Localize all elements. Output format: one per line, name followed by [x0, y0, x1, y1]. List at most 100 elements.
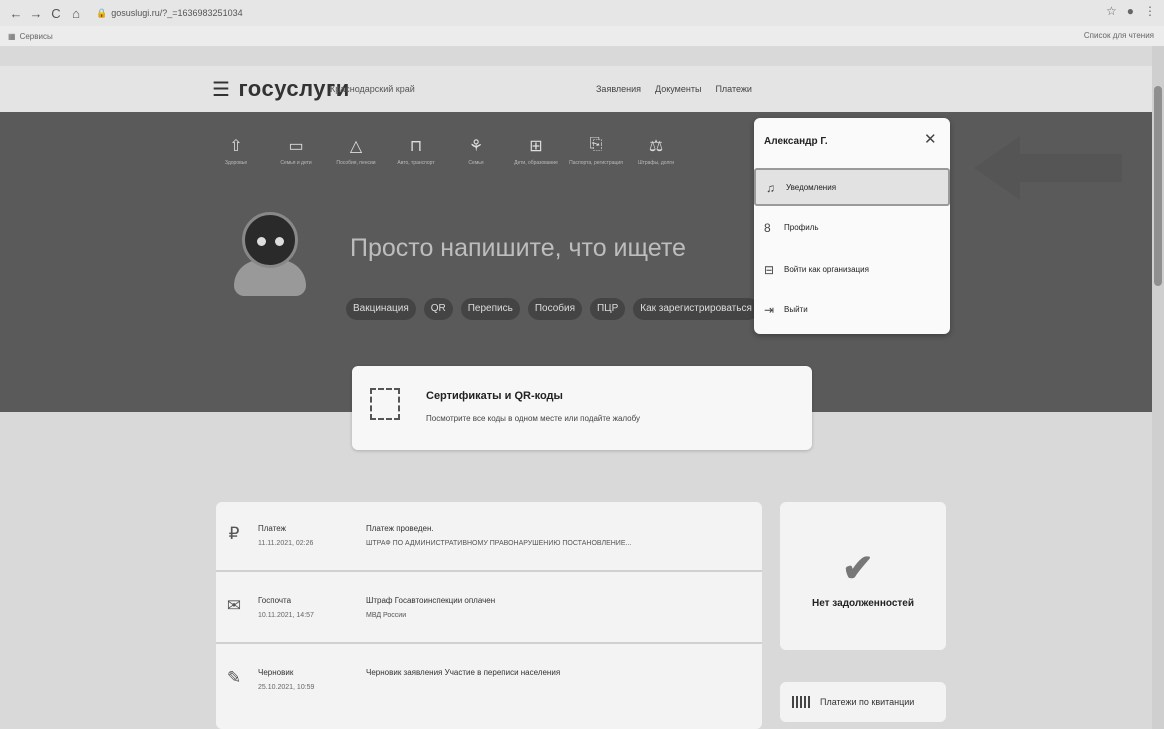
- menu-item-profile[interactable]: 8 Профиль: [754, 210, 950, 248]
- receipt-payments-button[interactable]: Платежи по квитанции: [780, 682, 946, 722]
- lock-icon: 🔒: [96, 7, 108, 18]
- mail-icon: ✉: [226, 596, 242, 615]
- search-input[interactable]: Просто напишите, что ищете: [350, 234, 686, 263]
- category-row: ⇧ Здоровье ▭ Семья и дети △ Пособия, пенсии…: [206, 136, 686, 166]
- browser-actions: ☆ ● ⋮: [1106, 4, 1156, 18]
- quick-chips: Вакцинация QR Перепись Пособия ПЦР Как з…: [346, 298, 759, 320]
- category-label: Здоровье: [224, 160, 248, 166]
- folder-icon: ▭: [288, 138, 304, 155]
- category-fines[interactable]: ⚖ Штрафы, долги: [626, 136, 686, 166]
- category-label: Штрафы, долги: [637, 160, 675, 166]
- feed-item[interactable]: ₽ Платеж 11.11.2021, 02:26 Платеж провед…: [216, 502, 762, 572]
- close-icon[interactable]: ✕: [924, 130, 937, 148]
- checkmark-icon: ✔: [842, 548, 874, 590]
- feed-kind: Платеж: [258, 524, 286, 533]
- chip-vaccination[interactable]: Вакцинация: [346, 298, 416, 320]
- menu-item-label: Выйти: [784, 305, 808, 314]
- book-icon: ⊞: [529, 138, 543, 155]
- category-family-2[interactable]: ⚘ Семья: [446, 136, 506, 166]
- kebab-menu-icon[interactable]: ⋮: [1144, 4, 1156, 18]
- bookmarks-bar: ▦ Сервисы Список для чтения: [0, 26, 1164, 46]
- nav-applications[interactable]: Заявления: [596, 84, 641, 94]
- category-passports[interactable]: ⎘ Паспорта, регистрация: [566, 136, 626, 166]
- site-header: ☰ госуслуги Краснодарский край Заявления …: [0, 66, 1164, 112]
- barcode-icon: [792, 696, 810, 708]
- category-label: Семья и дети: [280, 160, 312, 166]
- feed-date: 11.11.2021, 02:26: [258, 540, 314, 547]
- gift-icon: ⇧: [229, 138, 243, 155]
- debt-status-card[interactable]: ✔ Нет задолженностей: [780, 502, 946, 650]
- category-label: Пособия, пенсии: [336, 160, 376, 166]
- pointer-arrow-icon: [974, 136, 1020, 200]
- robot-eye-right: [275, 237, 284, 246]
- address-text: gosuslugi.ru/?_=1636983251034: [111, 7, 243, 18]
- briefcase-icon: ⊟: [764, 263, 775, 277]
- reload-icon[interactable]: C: [48, 6, 64, 21]
- page-scrollbar[interactable]: [1152, 46, 1164, 729]
- category-health[interactable]: ⇧ Здоровье: [206, 136, 266, 166]
- browser-toolbar: ← → C ⌂ 🔒 gosuslugi.ru/?_=1636983251034 ☆…: [0, 0, 1164, 26]
- category-transport[interactable]: ⊓ Авто, транспорт: [386, 136, 446, 166]
- menu-item-logout[interactable]: ⇥ Выйти: [754, 292, 950, 330]
- chip-census[interactable]: Перепись: [460, 298, 520, 320]
- user-name: Александр Г.: [764, 136, 828, 147]
- document-icon: ⎘: [589, 136, 603, 153]
- category-label: Семья: [468, 160, 484, 166]
- feed-item[interactable]: ✎ Черновик 25.10.2021, 10:59 Черновик за…: [216, 646, 762, 716]
- certificates-card[interactable]: Сертификаты и QR-коды Посмотрите все код…: [352, 366, 812, 450]
- pencil-icon: ✎: [226, 668, 242, 687]
- certificates-subtitle: Посмотрите все коды в одном месте или по…: [426, 414, 641, 423]
- chip-qr[interactable]: QR: [423, 298, 453, 320]
- ruble-icon: ₽: [228, 524, 240, 543]
- back-icon[interactable]: ←: [8, 6, 24, 21]
- chip-pcr[interactable]: ПЦР: [589, 298, 626, 320]
- bell-icon: △: [349, 138, 363, 155]
- feed-date: 25.10.2021, 10:59: [258, 684, 315, 691]
- nav-documents[interactable]: Документы: [655, 84, 701, 94]
- feed-headline: Платеж проведен.: [366, 524, 434, 533]
- category-label: Дети, образование: [514, 160, 558, 166]
- feed-item[interactable]: ✉ Госпочта 10.11.2021, 14:57 Штраф Госав…: [216, 574, 762, 644]
- scales-icon: ⚖: [648, 138, 664, 155]
- robot-assistant-avatar[interactable]: [230, 212, 310, 302]
- category-benefits[interactable]: △ Пособия, пенсии: [326, 136, 386, 166]
- menu-item-notifications[interactable]: ♫ Уведомления: [754, 168, 950, 206]
- menu-item-label: Войти как организация: [784, 265, 869, 274]
- debt-status-label: Нет задолженностей: [811, 598, 915, 609]
- robot-head: [242, 212, 298, 268]
- top-nav: Заявления Документы Платежи: [596, 84, 752, 94]
- star-icon[interactable]: ☆: [1106, 4, 1117, 18]
- reading-list-button[interactable]: Список для чтения: [1084, 31, 1154, 40]
- menu-icon[interactable]: ☰: [212, 79, 230, 101]
- category-label: Авто, транспорт: [397, 160, 435, 166]
- region-selector[interactable]: Краснодарский край: [330, 84, 415, 94]
- forward-icon[interactable]: →: [28, 6, 44, 21]
- category-family[interactable]: ▭ Семья и дети: [266, 136, 326, 166]
- feed-kind: Госпочта: [258, 596, 292, 605]
- scrollbar-thumb[interactable]: [1154, 86, 1162, 286]
- profile-icon[interactable]: ●: [1127, 4, 1134, 18]
- feed-date: 10.11.2021, 14:57: [258, 612, 314, 619]
- bookmark-services[interactable]: Сервисы: [20, 32, 53, 41]
- chip-benefits[interactable]: Пособия: [527, 298, 582, 320]
- robot-eye-left: [257, 237, 266, 246]
- menu-item-label: Уведомления: [786, 183, 837, 192]
- apps-icon[interactable]: ▦: [8, 32, 16, 41]
- tent-icon: ⚘: [468, 138, 484, 155]
- feed-kind: Черновик: [258, 668, 294, 677]
- qr-code-icon: [370, 388, 400, 420]
- chip-how-to-register[interactable]: Как зарегистрироваться: [633, 298, 759, 320]
- category-label: Паспорта, регистрация: [569, 160, 623, 166]
- certificates-title: Сертификаты и QR-коды: [426, 390, 563, 402]
- person-icon: 8: [764, 221, 771, 235]
- menu-item-login-as-organization[interactable]: ⊟ Войти как организация: [754, 252, 950, 290]
- category-education[interactable]: ⊞ Дети, образование: [506, 136, 566, 166]
- page: ☰ госуслуги Краснодарский край Заявления …: [0, 46, 1164, 729]
- address-bar[interactable]: 🔒 gosuslugi.ru/?_=1636983251034: [96, 8, 243, 19]
- nav-payments[interactable]: Платежи: [715, 84, 752, 94]
- receipt-payments-label: Платежи по квитанции: [820, 697, 915, 707]
- home-icon[interactable]: ⌂: [68, 6, 84, 21]
- car-icon: ⊓: [409, 138, 423, 155]
- feed-detail: МВД России: [366, 612, 407, 619]
- feed-detail: ШТРАФ ПО АДМИНИСТРАТИВНОМУ ПРАВОНАРУШЕНИ…: [366, 540, 632, 547]
